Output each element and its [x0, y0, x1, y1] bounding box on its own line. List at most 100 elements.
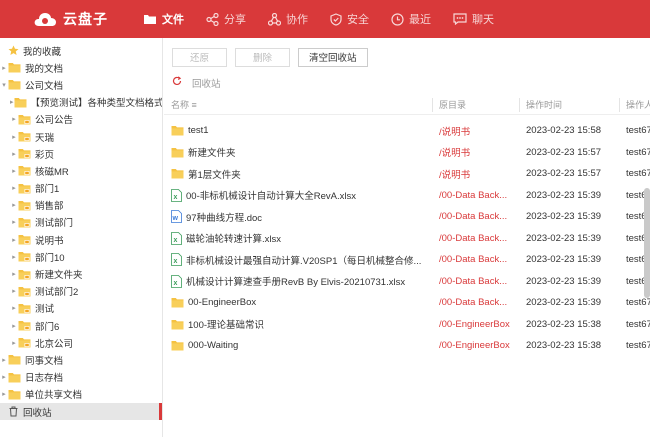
- nav-files[interactable]: 文件: [143, 0, 184, 38]
- table-row[interactable]: x 机械设计计算速查手册RevB By Elvis-20210731.xlsx/0…: [164, 271, 650, 293]
- file-name-cell[interactable]: 00-EngineerBox: [171, 297, 256, 308]
- file-name-cell[interactable]: 100-理论基础常识: [171, 317, 264, 331]
- file-name[interactable]: 机械设计计算速查手册RevB By Elvis-20210731.xlsx: [186, 274, 405, 288]
- caret-right-icon[interactable]: ▸: [10, 167, 18, 175]
- file-name[interactable]: 非标机械设计最强自动计算.V20SP1（每日机械整合修...: [186, 253, 421, 267]
- header-time[interactable]: 操作时间: [526, 98, 562, 111]
- header-operator[interactable]: 操作人: [626, 98, 650, 111]
- original-dir-cell[interactable]: /00-Data Back...: [439, 254, 507, 265]
- original-dir-cell[interactable]: /00-Data Back...: [439, 211, 507, 222]
- file-name[interactable]: 00-EngineerBox: [188, 297, 256, 308]
- sidebar-item[interactable]: ▸ 同事文档: [0, 351, 162, 368]
- caret-right-icon[interactable]: ▸: [10, 322, 18, 330]
- empty-recycle-bin-button[interactable]: 清空回收站: [298, 47, 368, 67]
- app-logo[interactable]: 云盘子: [33, 9, 143, 29]
- caret-right-icon[interactable]: ▸: [10, 270, 18, 278]
- sidebar-item[interactable]: ▸ 单位共享文档: [0, 386, 162, 403]
- file-name-cell[interactable]: x 磁轮油轮转速计算.xlsx: [171, 231, 281, 245]
- sidebar-item[interactable]: ▸ 彩页: [0, 145, 162, 162]
- sidebar-item[interactable]: 我的收藏: [0, 42, 162, 59]
- sort-icon[interactable]: ≡: [192, 100, 197, 110]
- caret-right-icon[interactable]: ▸: [10, 236, 18, 244]
- file-name-cell[interactable]: x 机械设计计算速查手册RevB By Elvis-20210731.xlsx: [171, 274, 405, 288]
- nav-recent[interactable]: 最近: [391, 0, 431, 38]
- restore-button[interactable]: 还原: [172, 47, 228, 67]
- sidebar-item[interactable]: ▾ 公司文档: [0, 76, 162, 93]
- sidebar-item[interactable]: ▸ 部门6: [0, 317, 162, 334]
- caret-down-icon[interactable]: ▾: [0, 81, 8, 89]
- caret-right-icon[interactable]: ▸: [10, 150, 18, 158]
- original-dir-cell[interactable]: /00-EngineerBox: [439, 340, 510, 351]
- caret-right-icon[interactable]: ▸: [0, 390, 8, 398]
- caret-right-icon[interactable]: ▸: [0, 356, 8, 364]
- original-dir-cell[interactable]: /说明书: [439, 124, 470, 138]
- nav-security[interactable]: 安全: [330, 0, 369, 38]
- file-name-cell[interactable]: test1: [171, 125, 209, 136]
- file-name-cell[interactable]: x 00-非标机械设计自动计算大全RevA.xlsx: [171, 188, 356, 202]
- delete-button[interactable]: 删除: [235, 47, 291, 67]
- table-row[interactable]: 00-EngineerBox/00-Data Back... 2023-02-23…: [164, 292, 650, 314]
- file-name[interactable]: 00-非标机械设计自动计算大全RevA.xlsx: [186, 188, 356, 202]
- original-dir-cell[interactable]: /说明书: [439, 145, 470, 159]
- sidebar-item[interactable]: ▸ 【预览测试】各种类型文档格式: [0, 94, 162, 111]
- file-name[interactable]: test1: [188, 125, 209, 136]
- nav-share[interactable]: 分享: [206, 0, 246, 38]
- sidebar-item[interactable]: ▸ 日志存档: [0, 369, 162, 386]
- file-name[interactable]: 000-Waiting: [188, 340, 238, 351]
- file-name[interactable]: 磁轮油轮转速计算.xlsx: [186, 231, 281, 245]
- sidebar-item[interactable]: ▸ 测试部门: [0, 214, 162, 231]
- caret-right-icon[interactable]: ▸: [10, 133, 18, 141]
- file-name[interactable]: 第1层文件夹: [188, 167, 241, 181]
- caret-right-icon[interactable]: ▸: [10, 201, 18, 209]
- original-dir-cell[interactable]: /00-Data Back...: [439, 190, 507, 201]
- refresh-icon[interactable]: [172, 76, 182, 89]
- sidebar-item[interactable]: ▸ 测试部门2: [0, 283, 162, 300]
- caret-right-icon[interactable]: ▸: [10, 218, 18, 226]
- caret-right-icon[interactable]: ▸: [0, 64, 8, 72]
- file-name[interactable]: 新建文件夹: [188, 145, 236, 159]
- table-row[interactable]: 000-Waiting/00-EngineerBox 2023-02-23 15:…: [164, 335, 650, 357]
- caret-right-icon[interactable]: ▸: [10, 253, 18, 261]
- file-name-cell[interactable]: 新建文件夹: [171, 145, 236, 159]
- table-row[interactable]: 第1层文件夹/说明书 2023-02-23 15:57 test67: [164, 163, 650, 185]
- caret-right-icon[interactable]: ▸: [10, 287, 18, 295]
- table-row[interactable]: w 97种曲线方程.doc/00-Data Back... 2023-02-23 1…: [164, 206, 650, 228]
- sidebar-item[interactable]: ▸ 核磁MR: [0, 162, 162, 179]
- nav-collab[interactable]: 协作: [268, 0, 308, 38]
- sidebar-item[interactable]: ▸ 部门1: [0, 180, 162, 197]
- original-dir-cell[interactable]: /00-Data Back...: [439, 297, 507, 308]
- table-row[interactable]: 新建文件夹/说明书 2023-02-23 15:57 test67: [164, 142, 650, 164]
- caret-right-icon[interactable]: ▸: [10, 115, 18, 123]
- header-name[interactable]: 名称 ≡: [171, 98, 197, 111]
- sidebar-item[interactable]: ▸ 销售部: [0, 197, 162, 214]
- original-dir-cell[interactable]: /00-Data Back...: [439, 276, 507, 287]
- table-row[interactable]: test1/说明书 2023-02-23 15:58 test67: [164, 120, 650, 142]
- original-dir-cell[interactable]: /00-EngineerBox: [439, 319, 510, 330]
- header-original-dir[interactable]: 原目录: [439, 98, 466, 111]
- sidebar-item[interactable]: ▸ 新建文件夹: [0, 265, 162, 282]
- original-dir-cell[interactable]: /00-Data Back...: [439, 233, 507, 244]
- table-row[interactable]: 100-理论基础常识/00-EngineerBox 2023-02-23 15:3…: [164, 314, 650, 336]
- table-row[interactable]: x 磁轮油轮转速计算.xlsx/00-Data Back... 2023-02-23…: [164, 228, 650, 250]
- sidebar-item[interactable]: ▸ 测试: [0, 300, 162, 317]
- file-name[interactable]: 100-理论基础常识: [188, 317, 264, 331]
- sidebar-item[interactable]: ▸ 公司公告: [0, 111, 162, 128]
- table-row[interactable]: x 00-非标机械设计自动计算大全RevA.xlsx/00-Data Back..…: [164, 185, 650, 207]
- caret-right-icon[interactable]: ▸: [10, 339, 18, 347]
- sidebar-item[interactable]: ▸ 我的文档: [0, 59, 162, 76]
- file-name[interactable]: 97种曲线方程.doc: [186, 210, 262, 224]
- original-dir-cell[interactable]: /说明书: [439, 167, 470, 181]
- sidebar-item[interactable]: 回收站: [0, 402, 162, 421]
- nav-chat[interactable]: 聊天: [453, 0, 494, 38]
- caret-right-icon[interactable]: ▸: [10, 304, 18, 312]
- sidebar-item[interactable]: ▸ 北京公司: [0, 334, 162, 351]
- file-name-cell[interactable]: 000-Waiting: [171, 340, 238, 351]
- vertical-scrollbar[interactable]: [644, 188, 650, 298]
- file-name-cell[interactable]: x 非标机械设计最强自动计算.V20SP1（每日机械整合修...: [171, 253, 421, 267]
- sidebar-item[interactable]: ▸ 天瑞: [0, 128, 162, 145]
- sidebar-item[interactable]: ▸ 部门10: [0, 248, 162, 265]
- file-name-cell[interactable]: w 97种曲线方程.doc: [171, 210, 262, 224]
- sidebar-item[interactable]: ▸ 说明书: [0, 231, 162, 248]
- caret-right-icon[interactable]: ▸: [0, 373, 8, 381]
- table-row[interactable]: x 非标机械设计最强自动计算.V20SP1（每日机械整合修... /00-Data …: [164, 249, 650, 271]
